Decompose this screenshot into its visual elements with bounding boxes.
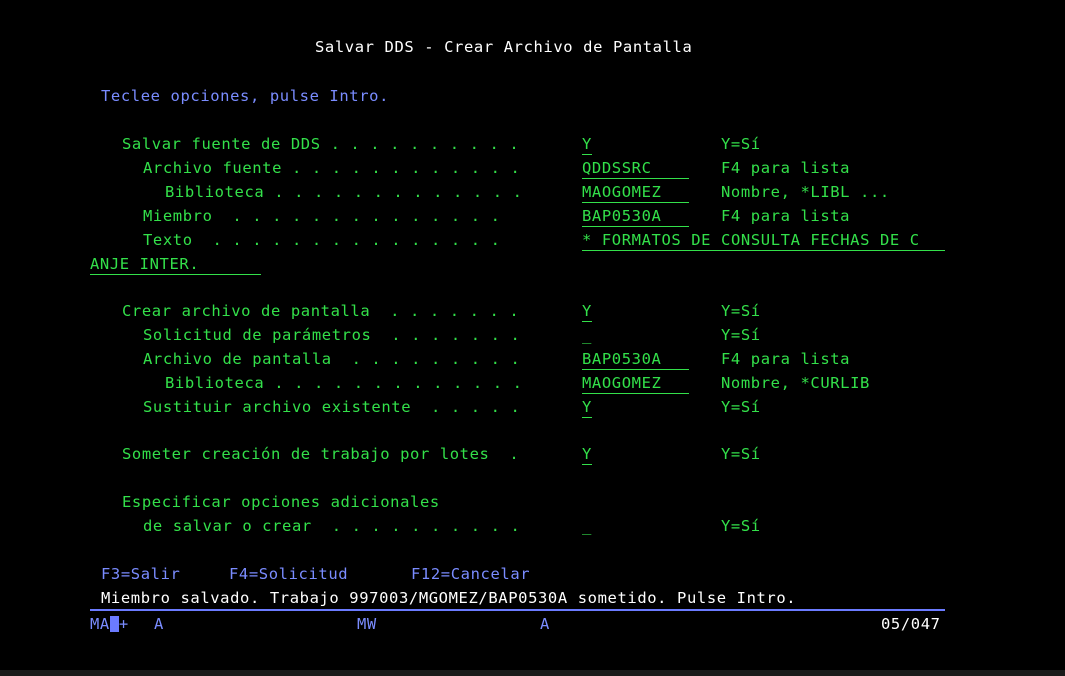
sustituir-archivo-underline bbox=[582, 417, 592, 418]
biblioteca-pantalla-label: Biblioteca . . . . . . . . . . . . . bbox=[165, 374, 523, 392]
solicitud-parametros-hint: Y=Sí bbox=[721, 326, 761, 344]
status-plus: + bbox=[118, 615, 129, 633]
sustituir-archivo-input[interactable]: Y bbox=[582, 398, 592, 416]
biblioteca-pantalla-hint: Nombre, *CURLIB bbox=[721, 374, 870, 392]
texto-input-continuation[interactable]: ANJE INTER. bbox=[90, 255, 199, 273]
someter-lotes-input[interactable]: Y bbox=[582, 445, 592, 463]
f4-solicitud-key[interactable]: F4=Solicitud bbox=[229, 565, 348, 583]
biblioteca-pantalla-input[interactable]: MAOGOMEZ bbox=[582, 374, 661, 392]
archivo-fuente-label: Archivo fuente . . . . . . . . . . . . bbox=[143, 159, 521, 177]
someter-lotes-label: Someter creación de trabajo por lotes . bbox=[122, 445, 520, 463]
status-message: Miembro salvado. Trabajo 997003/MGOMEZ/B… bbox=[101, 589, 797, 607]
archivo-pantalla-input[interactable]: BAP0530A bbox=[582, 350, 661, 368]
solicitud-parametros-label: Solicitud de parámetros . . . . . . . bbox=[143, 326, 521, 344]
instructions-text: Teclee opciones, pulse Intro. bbox=[101, 87, 390, 105]
archivo-pantalla-hint: F4 para lista bbox=[721, 350, 851, 368]
miembro-label: Miembro . . . . . . . . . . . . . . bbox=[143, 207, 501, 225]
status-separator bbox=[90, 609, 945, 611]
miembro-underline bbox=[582, 226, 689, 227]
biblioteca-fuente-underline bbox=[582, 202, 689, 203]
f12-cancelar-key[interactable]: F12=Cancelar bbox=[411, 565, 530, 583]
crear-archivo-hint: Y=Sí bbox=[721, 302, 761, 320]
archivo-pantalla-underline bbox=[582, 369, 689, 370]
salvar-fuente-label: Salvar fuente de DDS . . . . . . . . . . bbox=[122, 135, 520, 153]
sustituir-archivo-label: Sustituir archivo existente . . . . . bbox=[143, 398, 521, 416]
archivo-fuente-underline bbox=[582, 178, 689, 179]
solicitud-parametros-input[interactable]: _ bbox=[582, 326, 592, 344]
bottom-strip bbox=[0, 670, 1065, 676]
especificar-opciones-label: Especificar opciones adicionales bbox=[122, 493, 440, 511]
crear-archivo-underline bbox=[582, 321, 592, 322]
archivo-fuente-input[interactable]: QDDSSRC bbox=[582, 159, 652, 177]
terminal-screen: Salvar DDS - Crear Archivo de Pantalla T… bbox=[0, 0, 1065, 676]
f3-salir-key[interactable]: F3=Salir bbox=[101, 565, 180, 583]
cursor-position: 05/047 bbox=[881, 615, 941, 633]
salvar-fuente-underline bbox=[582, 154, 592, 155]
biblioteca-fuente-input[interactable]: MAOGOMEZ bbox=[582, 183, 661, 201]
crear-archivo-label: Crear archivo de pantalla . . . . . . . bbox=[122, 302, 520, 320]
texto-label: Texto . . . . . . . . . . . . . . . bbox=[143, 231, 501, 249]
status-ma-text: MA bbox=[90, 615, 110, 633]
texto-underline bbox=[582, 250, 945, 251]
miembro-hint: F4 para lista bbox=[721, 207, 851, 225]
status-indicator-mw: MW bbox=[357, 615, 377, 633]
someter-lotes-underline bbox=[582, 464, 592, 465]
sustituir-archivo-hint: Y=Sí bbox=[721, 398, 761, 416]
biblioteca-fuente-hint: Nombre, *LIBL ... bbox=[721, 183, 890, 201]
biblioteca-fuente-label: Biblioteca . . . . . . . . . . . . . bbox=[165, 183, 523, 201]
status-indicator-a: A bbox=[154, 615, 164, 633]
screen-title: Salvar DDS - Crear Archivo de Pantalla bbox=[315, 38, 693, 56]
status-indicator-ma: MA + bbox=[90, 615, 129, 633]
miembro-input[interactable]: BAP0530A bbox=[582, 207, 661, 225]
archivo-pantalla-label: Archivo de pantalla . . . . . . . . . bbox=[143, 350, 521, 368]
someter-lotes-hint: Y=Sí bbox=[721, 445, 761, 463]
crear-archivo-input[interactable]: Y bbox=[582, 302, 592, 320]
salvar-fuente-input[interactable]: Y bbox=[582, 135, 592, 153]
texto-continuation-underline bbox=[90, 274, 261, 275]
cursor-block-icon bbox=[109, 616, 119, 632]
archivo-fuente-hint: F4 para lista bbox=[721, 159, 851, 177]
texto-input[interactable]: * FORMATOS DE CONSULTA FECHAS DE C bbox=[582, 231, 920, 249]
opciones-adicionales-hint: Y=Sí bbox=[721, 517, 761, 535]
status-indicator-a2: A bbox=[540, 615, 550, 633]
salvar-crear-label: de salvar o crear . . . . . . . . . . bbox=[143, 517, 521, 535]
biblioteca-pantalla-underline bbox=[582, 393, 689, 394]
opciones-adicionales-input[interactable]: _ bbox=[582, 517, 592, 535]
salvar-fuente-hint: Y=Sí bbox=[721, 135, 761, 153]
